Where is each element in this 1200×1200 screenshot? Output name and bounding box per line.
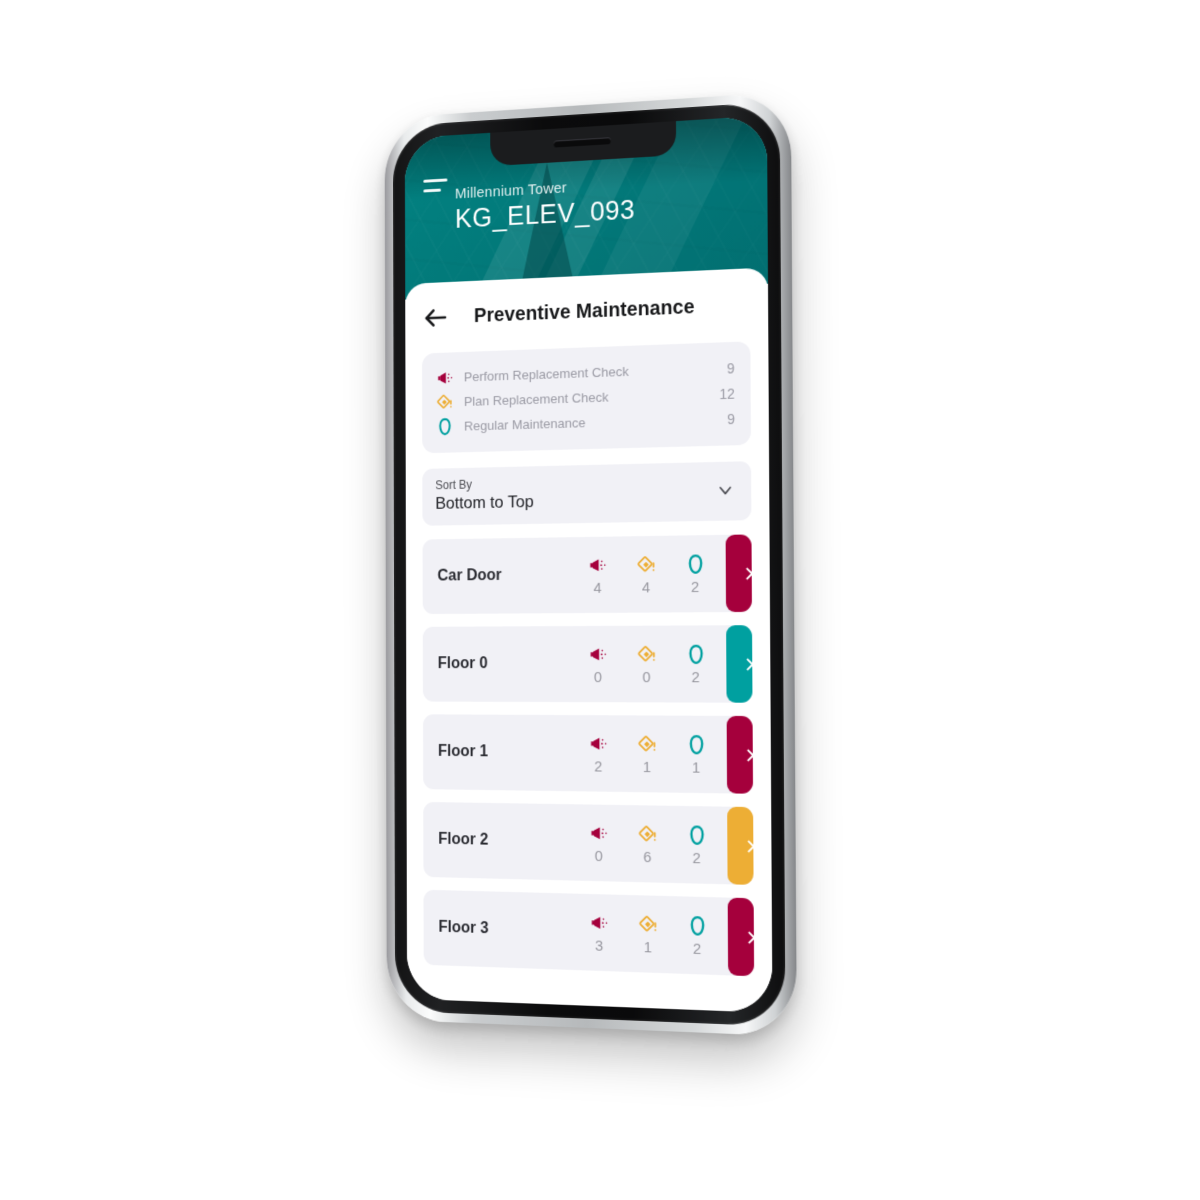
megaphone-icon bbox=[589, 821, 608, 845]
table-row[interactable]: Floor 3 3 1 2 bbox=[423, 890, 754, 977]
row-open-button[interactable] bbox=[726, 534, 752, 612]
phone-bezel: Millennium Tower KG_ELEV_093 Preventive … bbox=[393, 101, 786, 1026]
metric-value: 0 bbox=[594, 669, 602, 686]
phone-screen: Millennium Tower KG_ELEV_093 Preventive … bbox=[405, 115, 773, 1013]
maintenance-ring-icon bbox=[685, 552, 706, 576]
scroll-content: Perform Replacement Check 9 Plan Replace… bbox=[405, 341, 772, 977]
phone-mockup: Millennium Tower KG_ELEV_093 Preventive … bbox=[393, 101, 786, 1026]
hamburger-line bbox=[423, 189, 441, 193]
diamond-alert-icon bbox=[435, 392, 455, 413]
hamburger-line bbox=[423, 178, 447, 182]
row-open-button[interactable] bbox=[726, 625, 752, 703]
metric-value: 2 bbox=[691, 578, 699, 595]
content-sheet: Preventive Maintenance Perform Replaceme… bbox=[405, 267, 772, 1012]
maintenance-ring-icon bbox=[687, 913, 708, 937]
summary-card: Perform Replacement Check 9 Plan Replace… bbox=[422, 341, 751, 453]
megaphone-icon bbox=[588, 553, 607, 576]
metric-regular-maintenance: 2 bbox=[678, 552, 712, 596]
metric-perform-replacement: 0 bbox=[581, 642, 614, 685]
metric-value: 4 bbox=[642, 579, 650, 596]
metric-perform-replacement: 2 bbox=[582, 732, 615, 776]
metric-regular-maintenance: 2 bbox=[680, 823, 714, 867]
back-arrow-icon[interactable] bbox=[422, 303, 450, 333]
row-label: Floor 2 bbox=[423, 802, 582, 881]
sort-by-value: Bottom to Top bbox=[435, 488, 715, 513]
diamond-alert-icon bbox=[636, 642, 657, 665]
diamond-alert-icon bbox=[636, 553, 657, 576]
metric-value: 4 bbox=[594, 579, 602, 596]
row-label: Floor 3 bbox=[423, 890, 582, 971]
metric-regular-maintenance: 2 bbox=[680, 913, 714, 958]
diamond-alert-icon bbox=[637, 822, 658, 846]
row-label: Car Door bbox=[423, 537, 582, 614]
maintenance-ring-icon bbox=[686, 823, 707, 847]
hero-text-block: Millennium Tower KG_ELEV_093 bbox=[455, 176, 635, 235]
metric-value: 0 bbox=[642, 669, 650, 686]
table-row[interactable]: Car Door 4 4 2 bbox=[423, 534, 752, 614]
metric-perform-replacement: 3 bbox=[583, 910, 616, 954]
summary-label: Regular Maintenance bbox=[464, 411, 715, 433]
metric-value: 1 bbox=[643, 758, 651, 775]
summary-label: Perform Replacement Check bbox=[464, 361, 715, 385]
diamond-alert-icon bbox=[637, 912, 658, 936]
row-metrics: 3 1 2 bbox=[583, 894, 729, 976]
sort-by-label: Sort By bbox=[435, 472, 715, 492]
table-row[interactable]: Floor 2 0 6 2 bbox=[423, 802, 753, 885]
maintenance-ring-icon bbox=[686, 732, 707, 756]
table-row[interactable]: Floor 1 2 1 1 bbox=[423, 714, 753, 793]
row-label: Floor 0 bbox=[423, 626, 582, 702]
row-metrics: 0 0 2 bbox=[581, 625, 726, 702]
megaphone-icon bbox=[588, 642, 607, 665]
table-row[interactable]: Floor 0 0 0 2 bbox=[423, 625, 753, 703]
metric-value: 2 bbox=[594, 758, 602, 775]
row-metrics: 0 6 2 bbox=[582, 804, 727, 884]
page-title: Preventive Maintenance bbox=[450, 294, 721, 328]
earpiece-speaker bbox=[554, 137, 611, 147]
summary-count: 9 bbox=[715, 410, 735, 427]
metric-value: 0 bbox=[595, 847, 603, 864]
megaphone-icon bbox=[589, 911, 608, 935]
sort-by-texts: Sort By Bottom to Top bbox=[435, 472, 715, 514]
metric-value: 2 bbox=[692, 669, 700, 686]
metric-value: 1 bbox=[692, 759, 700, 776]
summary-count: 12 bbox=[715, 385, 735, 402]
screenshot-stage: Millennium Tower KG_ELEV_093 Preventive … bbox=[0, 0, 1200, 1200]
phone-notch bbox=[490, 121, 676, 166]
hamburger-menu-icon[interactable] bbox=[423, 178, 447, 199]
metric-value: 2 bbox=[692, 849, 700, 866]
metric-perform-replacement: 4 bbox=[581, 553, 614, 596]
hero-header: Millennium Tower KG_ELEV_093 bbox=[405, 115, 768, 299]
row-open-button[interactable] bbox=[727, 716, 753, 794]
row-metrics: 4 4 2 bbox=[581, 535, 726, 613]
chevron-down-icon[interactable] bbox=[715, 480, 735, 501]
metric-perform-replacement: 0 bbox=[582, 821, 615, 865]
maintenance-ring-icon bbox=[685, 642, 706, 665]
metric-regular-maintenance: 2 bbox=[679, 642, 713, 686]
summary-label: Plan Replacement Check bbox=[464, 386, 715, 409]
megaphone-icon bbox=[589, 732, 608, 755]
diamond-alert-icon bbox=[637, 732, 658, 755]
row-label: Floor 1 bbox=[423, 714, 582, 791]
metric-regular-maintenance: 1 bbox=[679, 732, 713, 776]
summary-count: 9 bbox=[715, 360, 735, 377]
metric-value: 1 bbox=[644, 938, 652, 956]
sort-by-dropdown[interactable]: Sort By Bottom to Top bbox=[422, 461, 751, 526]
maintenance-ring-icon bbox=[435, 416, 455, 437]
row-open-button[interactable] bbox=[727, 807, 753, 885]
maintenance-list: Car Door 4 4 2 Floor 0 0 0 2 Floor 1 2 1… bbox=[423, 534, 755, 976]
megaphone-icon bbox=[435, 367, 455, 388]
metric-value: 3 bbox=[595, 937, 603, 954]
metric-value: 6 bbox=[643, 848, 651, 865]
row-open-button[interactable] bbox=[728, 898, 754, 977]
row-metrics: 2 1 1 bbox=[582, 715, 727, 793]
metric-value: 2 bbox=[693, 940, 701, 958]
